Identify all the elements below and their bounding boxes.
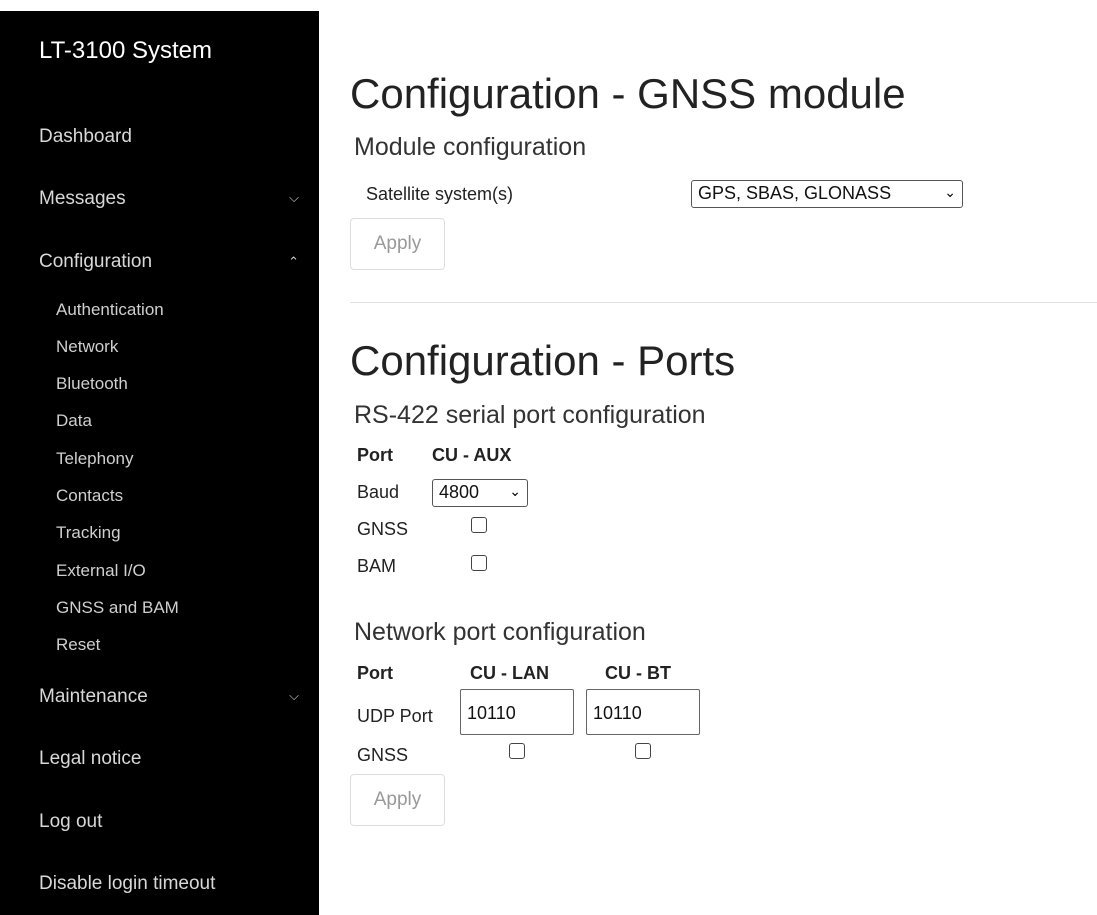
caret-down-icon: ⌄ [509,483,521,499]
network-gnss-label: GNSS [357,745,409,765]
sidebar-subitem-gnss-and-bam[interactable]: GNSS and BAM [56,598,179,618]
sidebar-item-dashboard[interactable]: Dashboard [39,126,299,148]
sidebar-item-label: Legal notice [39,748,142,769]
sidebar-item-label: Log out [39,811,103,832]
baud-label: Baud [357,482,400,502]
chevron-up-icon: ⌃ [288,254,299,269]
baud-value: 4800 [439,482,480,502]
chevron-down-icon: ⌵ [289,190,299,205]
rs422-heading: RS-422 serial port configuration [354,401,706,429]
rs422-bam-checkbox[interactable] [471,555,487,571]
sidebar-item-label: Dashboard [39,126,132,147]
network-port-heading: Network port configuration [354,618,646,646]
sidebar-item-messages[interactable]: Messages ⌵ [39,188,299,210]
udp-port-bt-input[interactable]: 10110 [586,689,700,735]
sidebar-item-label: Maintenance [39,686,148,707]
rs422-port-name: CU - AUX [432,445,512,465]
rs422-port-header: Port [357,445,393,465]
satellite-system-value: GPS, SBAS, GLONASS [698,183,892,203]
sidebar-item-label: Messages [39,188,126,209]
window-top-edge [0,0,1097,11]
udp-port-lan-input[interactable]: 10110 [460,689,574,735]
sidebar-item-legal-notice[interactable]: Legal notice [39,748,299,770]
ports-page-title: Configuration - Ports [350,337,736,384]
network-col-cu-bt: CU - BT [605,663,671,683]
sidebar-subitem-network[interactable]: Network [56,337,118,357]
sidebar-subitem-reset[interactable]: Reset [56,635,100,655]
sidebar-item-label: Configuration [39,251,153,272]
section-divider [350,302,1097,303]
sidebar-subitem-telephony[interactable]: Telephony [56,449,134,469]
udp-port-label: UDP Port [357,706,433,726]
sidebar-item-disable-login-timeout[interactable]: Disable login timeout [39,873,299,895]
sidebar-subitem-bluetooth[interactable]: Bluetooth [56,374,128,394]
app-title[interactable]: LT-3100 System [39,37,212,65]
rs422-gnss-label: GNSS [357,519,409,539]
network-port-header: Port [357,663,393,683]
rs422-gnss-checkbox[interactable] [471,517,487,533]
caret-down-icon: ⌄ [944,184,956,200]
sidebar-item-label: Disable login timeout [39,873,216,894]
gnss-apply-button[interactable]: Apply [350,218,445,270]
ports-apply-button[interactable]: Apply [350,774,445,826]
network-col-cu-lan: CU - LAN [470,663,549,683]
sidebar-subitem-data[interactable]: Data [56,411,92,431]
sidebar-subitem-external-io[interactable]: External I/O [56,561,146,581]
module-config-heading: Module configuration [354,133,587,161]
baud-select[interactable]: 4800 ⌄ [432,479,528,507]
network-gnss-lan-checkbox[interactable] [509,743,525,759]
sidebar-item-maintenance[interactable]: Maintenance ⌵ [39,686,299,708]
satellite-system-label: Satellite system(s) [366,184,514,204]
network-gnss-bt-checkbox[interactable] [635,743,651,759]
gnss-page-title: Configuration - GNSS module [350,70,906,117]
sidebar-subitem-authentication[interactable]: Authentication [56,300,164,320]
sidebar-subitem-contacts[interactable]: Contacts [56,486,123,506]
sidebar-subitem-tracking[interactable]: Tracking [56,523,121,543]
chevron-down-icon: ⌵ [289,688,299,703]
sidebar-item-configuration[interactable]: Configuration ⌃ [39,251,299,273]
sidebar: LT-3100 System Dashboard Messages ⌵ Conf… [0,11,319,915]
sidebar-item-log-out[interactable]: Log out [39,811,299,833]
satellite-system-select[interactable]: GPS, SBAS, GLONASS ⌄ [691,180,963,208]
rs422-bam-label: BAM [357,556,397,576]
